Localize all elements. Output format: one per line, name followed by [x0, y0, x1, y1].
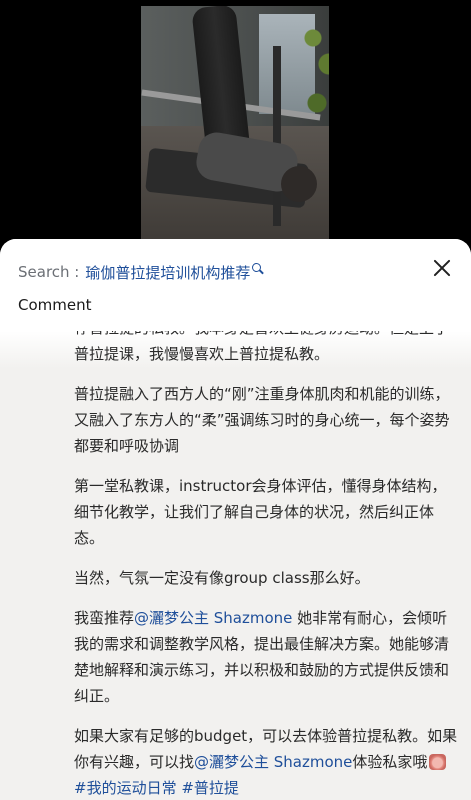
text-segment: 体验私家哦: [352, 753, 428, 771]
post-paragraph: 第一堂私教课，instructor会身体评估，懂得身体结构，细节化教学，让我们了…: [74, 477, 447, 547]
search-icon: [252, 262, 262, 272]
user-mention[interactable]: @灑梦公主 Shazmone: [134, 609, 292, 627]
photo-frame-post: [273, 46, 281, 226]
text-segment: 我蛮推荐: [74, 609, 135, 627]
post-photo[interactable]: [141, 6, 329, 246]
post-paragraph: 当然，气氛一定没有像group class那么好。: [74, 569, 370, 587]
post-paragraph: 普拉提融入了西方人的“刚”注重身体肌肉和机能的训练，又融入了东方人的“柔”强调练…: [74, 385, 450, 455]
pig-emoji-icon: [429, 754, 447, 770]
search-prefix: Search :: [18, 263, 80, 281]
comment-label: Comment: [18, 296, 92, 314]
search-query[interactable]: 瑜伽普拉提培训机构推荐: [85, 262, 250, 283]
photo-person-head: [281, 166, 317, 202]
sheet-header: Search : 瑜伽普拉提培训机构推荐 Comment: [0, 239, 471, 331]
post-paragraph: 如果大家有足够的budget，可以去体验普拉提私教。如果你有兴趣，可以找@灑梦公…: [74, 723, 460, 800]
search-link[interactable]: Search : 瑜伽普拉提培训机构推荐: [18, 261, 262, 283]
post-content: 荐普拉提的私教。我本身是喜欢上健身房运动。但是上了普拉提课，我慢慢喜欢上普拉提私…: [0, 319, 471, 800]
hashtag-link[interactable]: #普拉提: [181, 779, 239, 797]
user-mention[interactable]: @灑梦公主 Shazmone: [194, 753, 352, 771]
comment-sheet: Search : 瑜伽普拉提培训机构推荐 Comment 荐普拉提的私教。我本身…: [0, 239, 471, 800]
close-icon[interactable]: [431, 257, 453, 279]
hashtag-link[interactable]: #我的运动日常: [74, 779, 177, 797]
post-text: 荐普拉提的私教。我本身是喜欢上健身房运动。但是上了普拉提课，我慢慢喜欢上普拉提私…: [74, 315, 460, 800]
photo-plant: [301, 12, 329, 142]
post-paragraph: 我蛮推荐@灑梦公主 Shazmone 她非常有耐心，会倾听我的需求和调整教学风格…: [74, 605, 460, 709]
